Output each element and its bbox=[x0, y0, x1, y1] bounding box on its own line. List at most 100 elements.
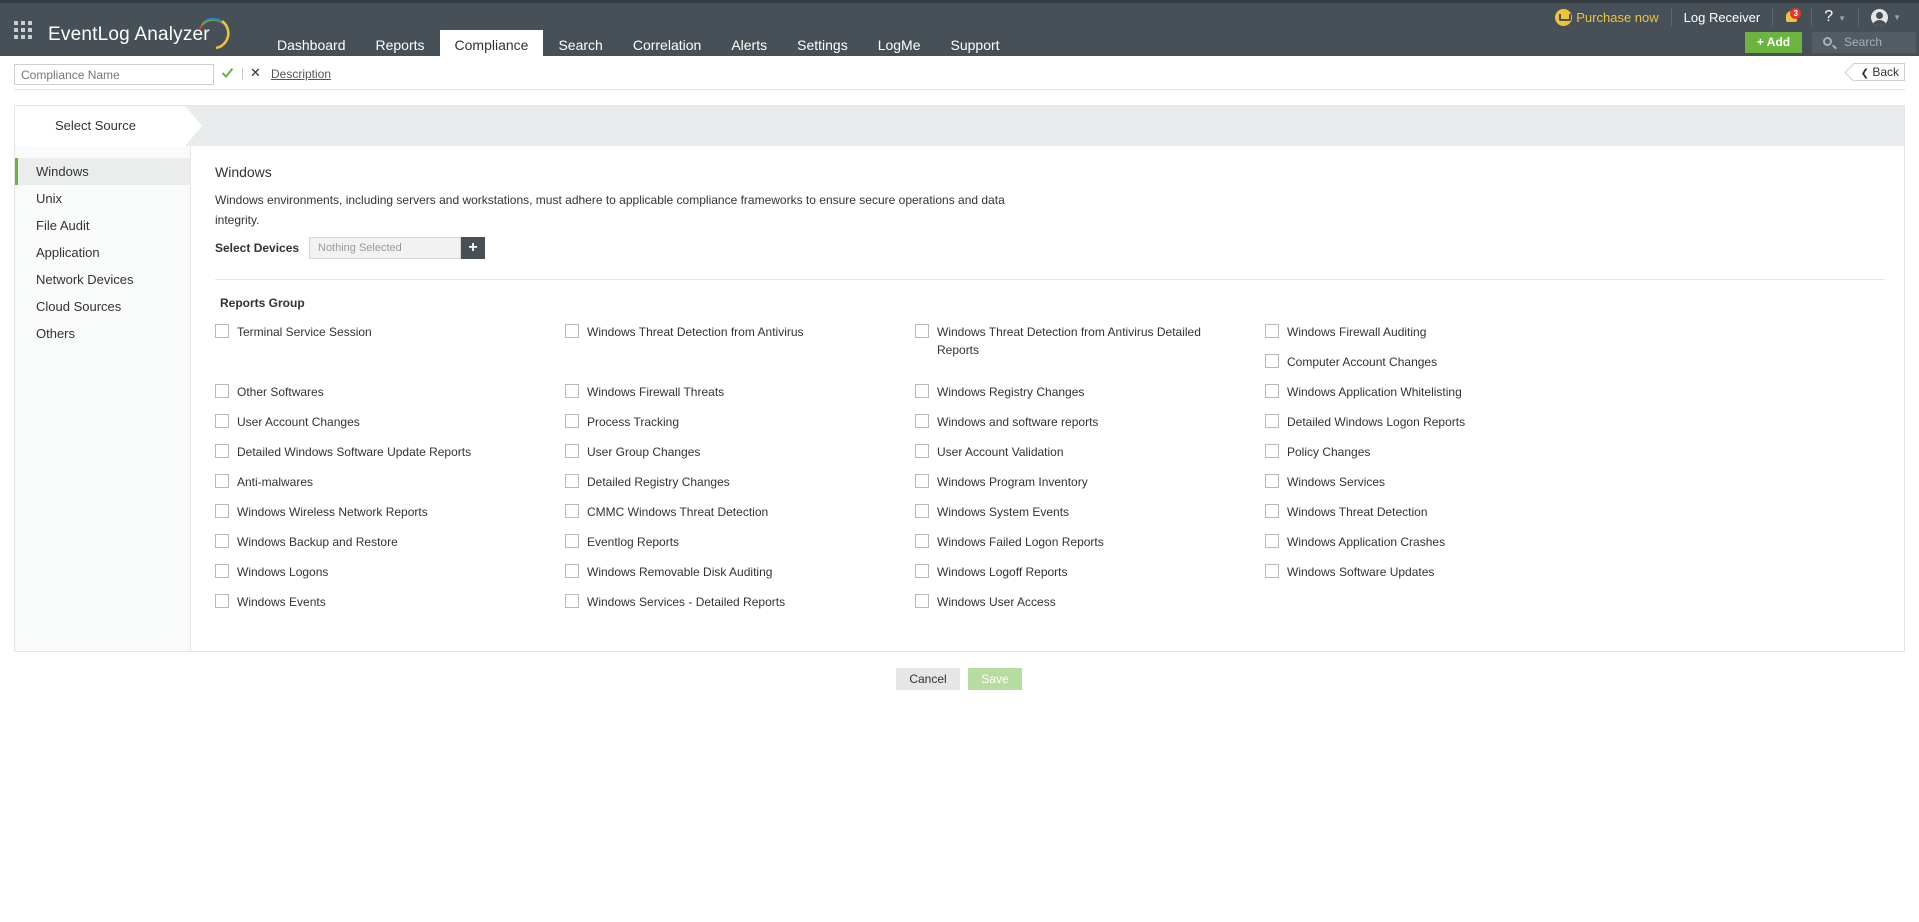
checkbox[interactable] bbox=[565, 534, 579, 548]
checkbox[interactable] bbox=[915, 534, 929, 548]
nav-alerts[interactable]: Alerts bbox=[716, 30, 782, 59]
report-checkbox-item[interactable]: Windows Services - Detailed Reports bbox=[565, 593, 895, 611]
checkbox[interactable] bbox=[915, 474, 929, 488]
checkbox[interactable] bbox=[1265, 324, 1279, 338]
report-checkbox-item[interactable]: Policy Changes bbox=[1265, 443, 1595, 461]
checkbox[interactable] bbox=[1265, 474, 1279, 488]
select-devices-dropdown[interactable]: Nothing Selected bbox=[309, 237, 461, 259]
nav-support[interactable]: Support bbox=[936, 30, 1015, 59]
checkbox[interactable] bbox=[1265, 354, 1279, 368]
report-checkbox-item[interactable]: Windows Removable Disk Auditing bbox=[565, 563, 895, 581]
close-icon[interactable]: ✕ bbox=[250, 65, 261, 81]
checkbox[interactable] bbox=[215, 474, 229, 488]
report-checkbox-item[interactable]: Eventlog Reports bbox=[565, 533, 895, 551]
log-receiver-link[interactable]: Log Receiver bbox=[1684, 10, 1761, 25]
sidebar-item-cloud-sources[interactable]: Cloud Sources bbox=[15, 293, 190, 320]
checkbox[interactable] bbox=[915, 384, 929, 398]
report-checkbox-item[interactable]: Windows Logoff Reports bbox=[915, 563, 1245, 581]
sidebar-item-unix[interactable]: Unix bbox=[15, 185, 190, 212]
report-checkbox-item[interactable]: Windows Threat Detection from Antivirus … bbox=[915, 323, 1245, 359]
checkbox[interactable] bbox=[565, 324, 579, 338]
report-checkbox-item[interactable]: Windows Firewall Threats bbox=[565, 383, 895, 401]
app-grid-icon[interactable] bbox=[14, 21, 32, 39]
nav-settings[interactable]: Settings bbox=[782, 30, 863, 59]
checkbox[interactable] bbox=[915, 324, 929, 338]
sidebar-item-network-devices[interactable]: Network Devices bbox=[15, 266, 190, 293]
cancel-button[interactable]: Cancel bbox=[896, 668, 960, 690]
nav-compliance[interactable]: Compliance bbox=[439, 30, 544, 59]
sidebar-item-others[interactable]: Others bbox=[15, 320, 190, 347]
checkbox[interactable] bbox=[565, 444, 579, 458]
checkbox[interactable] bbox=[1265, 534, 1279, 548]
nav-search[interactable]: Search bbox=[543, 30, 617, 59]
checkbox[interactable] bbox=[1265, 444, 1279, 458]
checkbox[interactable] bbox=[215, 564, 229, 578]
checkbox[interactable] bbox=[1265, 564, 1279, 578]
checkbox[interactable] bbox=[1265, 384, 1279, 398]
add-device-button[interactable]: + bbox=[461, 237, 485, 259]
checkbox[interactable] bbox=[565, 384, 579, 398]
report-checkbox-item[interactable]: Windows Threat Detection from Antivirus bbox=[565, 323, 895, 341]
report-checkbox-item[interactable]: Other Softwares bbox=[215, 383, 545, 401]
report-checkbox-item[interactable]: Windows Registry Changes bbox=[915, 383, 1245, 401]
checkbox[interactable] bbox=[1265, 504, 1279, 518]
report-checkbox-item[interactable]: Windows Application Crashes bbox=[1265, 533, 1595, 551]
report-checkbox-item[interactable]: Detailed Windows Logon Reports bbox=[1265, 413, 1595, 431]
checkbox[interactable] bbox=[215, 414, 229, 428]
checkbox[interactable] bbox=[215, 384, 229, 398]
checkbox[interactable] bbox=[215, 324, 229, 338]
description-link[interactable]: Description bbox=[271, 67, 331, 81]
report-checkbox-item[interactable]: User Account Validation bbox=[915, 443, 1245, 461]
report-checkbox-item[interactable]: Detailed Windows Software Update Reports bbox=[215, 443, 545, 461]
notifications-button[interactable]: 3 bbox=[1785, 8, 1802, 25]
compliance-name-input[interactable] bbox=[14, 64, 214, 85]
global-search[interactable]: Search bbox=[1812, 32, 1916, 53]
add-button[interactable]: + Add bbox=[1745, 32, 1802, 53]
checkbox[interactable] bbox=[915, 564, 929, 578]
purchase-now-link[interactable]: Purchase now bbox=[1555, 8, 1659, 26]
report-checkbox-item[interactable]: Detailed Registry Changes bbox=[565, 473, 895, 491]
user-menu[interactable]: ▼ bbox=[1871, 8, 1901, 26]
report-checkbox-item[interactable]: CMMC Windows Threat Detection bbox=[565, 503, 895, 521]
report-checkbox-item[interactable]: Windows Events bbox=[215, 593, 545, 611]
check-icon[interactable] bbox=[221, 66, 234, 79]
checkbox[interactable] bbox=[215, 444, 229, 458]
checkbox[interactable] bbox=[1265, 414, 1279, 428]
report-checkbox-item[interactable]: Windows Services bbox=[1265, 473, 1595, 491]
checkbox[interactable] bbox=[215, 534, 229, 548]
checkbox[interactable] bbox=[565, 474, 579, 488]
nav-logme[interactable]: LogMe bbox=[863, 30, 936, 59]
nav-dashboard[interactable]: Dashboard bbox=[262, 30, 361, 59]
report-checkbox-item[interactable]: Windows Software Updates bbox=[1265, 563, 1595, 581]
report-checkbox-item[interactable]: User Account Changes bbox=[215, 413, 545, 431]
checkbox[interactable] bbox=[565, 414, 579, 428]
report-checkbox-item[interactable]: Windows and software reports bbox=[915, 413, 1245, 431]
report-checkbox-item[interactable]: Windows Threat Detection bbox=[1265, 503, 1595, 521]
report-checkbox-item[interactable]: Windows Application Whitelisting bbox=[1265, 383, 1595, 401]
report-checkbox-item[interactable]: Windows Wireless Network Reports bbox=[215, 503, 545, 521]
report-checkbox-item[interactable]: Windows Logons bbox=[215, 563, 545, 581]
checkbox[interactable] bbox=[915, 414, 929, 428]
app-logo[interactable]: EventLog Analyzer bbox=[48, 24, 210, 46]
report-checkbox-item[interactable]: Computer Account Changes bbox=[1265, 353, 1595, 371]
sidebar-item-windows[interactable]: Windows bbox=[15, 158, 190, 185]
report-checkbox-item[interactable]: Windows Backup and Restore bbox=[215, 533, 545, 551]
checkbox[interactable] bbox=[215, 504, 229, 518]
checkbox[interactable] bbox=[565, 564, 579, 578]
sidebar-item-application[interactable]: Application bbox=[15, 239, 190, 266]
report-checkbox-item[interactable]: Terminal Service Session bbox=[215, 323, 545, 341]
report-checkbox-item[interactable]: Windows Firewall Auditing bbox=[1265, 323, 1595, 341]
report-checkbox-item[interactable]: Process Tracking bbox=[565, 413, 895, 431]
nav-correlation[interactable]: Correlation bbox=[618, 30, 716, 59]
checkbox[interactable] bbox=[565, 504, 579, 518]
report-checkbox-item[interactable]: User Group Changes bbox=[565, 443, 895, 461]
checkbox[interactable] bbox=[915, 504, 929, 518]
report-checkbox-item[interactable]: Windows System Events bbox=[915, 503, 1245, 521]
report-checkbox-item[interactable]: Anti-malwares bbox=[215, 473, 545, 491]
save-button[interactable]: Save bbox=[968, 668, 1022, 690]
help-menu[interactable]: ? ▼ bbox=[1824, 8, 1846, 26]
report-checkbox-item[interactable]: Windows Failed Logon Reports bbox=[915, 533, 1245, 551]
nav-reports[interactable]: Reports bbox=[361, 30, 440, 59]
report-checkbox-item[interactable]: Windows User Access bbox=[915, 593, 1245, 611]
back-button[interactable]: ❮ Back bbox=[1852, 63, 1905, 81]
